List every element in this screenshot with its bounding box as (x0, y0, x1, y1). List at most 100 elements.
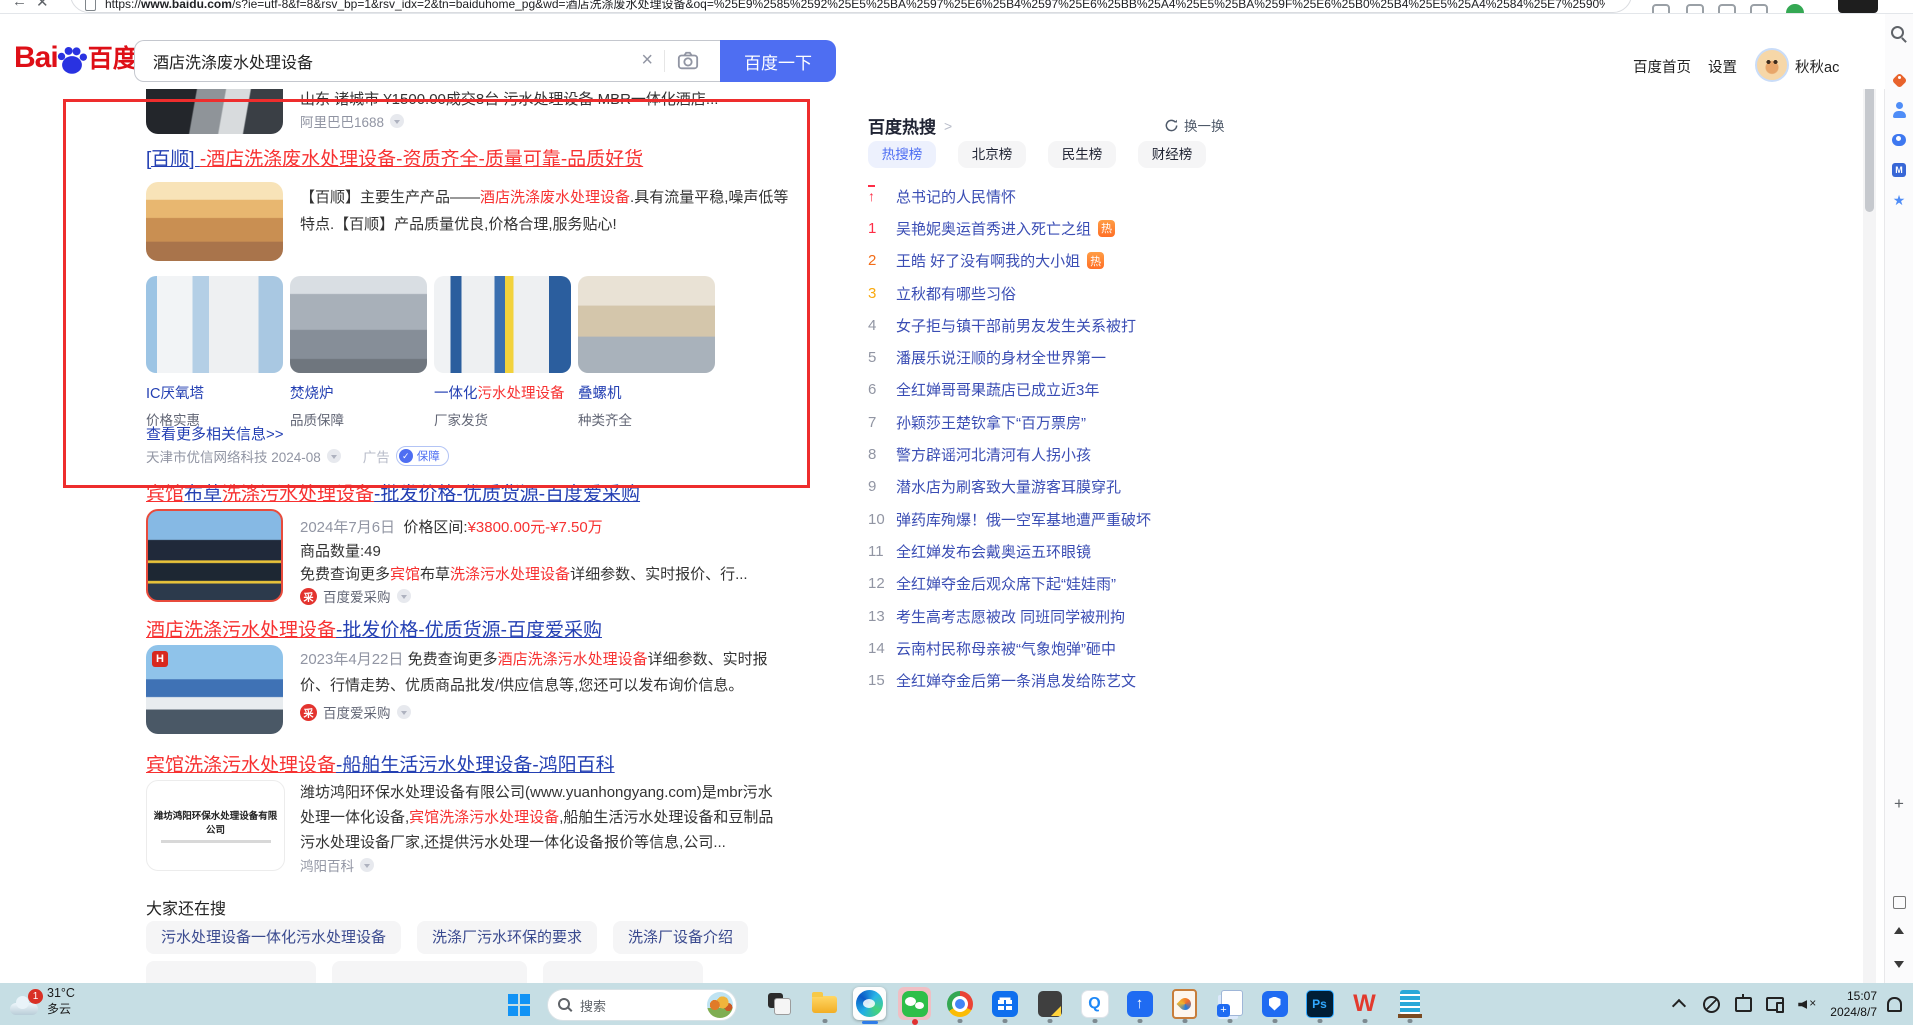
clipboard-icon[interactable] (1168, 987, 1201, 1020)
taskbar-search[interactable]: 搜索 (547, 989, 737, 1021)
sidebar-shopping-icon[interactable] (1890, 71, 1908, 89)
product-card[interactable]: IC厌氧塔 价格实惠 (146, 276, 283, 429)
hot-search-item[interactable]: 3 立秋都有哪些习俗 (868, 277, 1240, 309)
sidebar-chevron-down-icon[interactable] (1890, 955, 1908, 973)
hot-search-item[interactable]: 1 吴艳妮奥运首秀进入死亡之组 热 (868, 212, 1240, 244)
hot-search-item[interactable]: 12 全红婵夺金后观众席下起“娃娃雨” (868, 568, 1240, 600)
chevron-down-icon[interactable] (327, 449, 341, 463)
product-card[interactable]: 焚烧炉 品质保障 (290, 276, 427, 429)
hot-search-tab[interactable]: 热搜榜 (868, 141, 936, 168)
search-highlight-image[interactable] (707, 992, 733, 1018)
wps-icon[interactable] (1348, 987, 1381, 1020)
product-title[interactable]: 焚烧炉 (290, 382, 427, 403)
qq-browser-icon[interactable] (1078, 987, 1111, 1020)
edge-icon[interactable] (853, 987, 886, 1020)
tray-mute-icon[interactable] (1798, 995, 1816, 1013)
result-thumbnail[interactable] (146, 645, 283, 734)
hot-search-item[interactable]: 8 警方辟谣河北清河有人拐小孩 (868, 438, 1240, 470)
nav-settings[interactable]: 设置 (1708, 56, 1737, 77)
ad-result-title[interactable]: [百顺] -酒店洗涤废水处理设备-资质齐全-质量可靠-品质好货 (146, 144, 643, 171)
chevron-down-icon[interactable] (390, 114, 404, 128)
result-title[interactable]: 宾馆洗涤污水处理设备-船舶生活污水处理设备-鸿阳百科 (146, 750, 615, 777)
hot-search-item[interactable]: 14 云南村民称母亲被“气象炮弹”砸中 (868, 632, 1240, 664)
tray-cast-icon[interactable] (1766, 995, 1784, 1013)
related-tag[interactable]: 污水处理设备一体化污水处理设备 (146, 921, 401, 954)
hot-search-item[interactable]: 总书记的人民情怀 (868, 180, 1240, 212)
hot-search-tab[interactable]: 北京榜 (958, 141, 1026, 168)
chrome-icon[interactable] (943, 987, 976, 1020)
hot-search-header[interactable]: 百度热搜 > (868, 113, 952, 138)
store-icon[interactable] (988, 987, 1021, 1020)
uploader-icon[interactable] (1123, 987, 1156, 1020)
ad-thumbnail[interactable] (146, 182, 283, 261)
task-view-icon[interactable] (763, 987, 796, 1020)
sidebar-search-icon[interactable] (1890, 25, 1908, 43)
sidebar-plus-icon[interactable] (1890, 795, 1908, 813)
avatar[interactable] (1755, 48, 1789, 82)
sidebar-chevron-up-icon[interactable] (1890, 921, 1908, 939)
back-icon[interactable]: ← (12, 0, 27, 10)
sidebar-m365-icon[interactable] (1890, 161, 1908, 179)
hot-search-item[interactable]: 11 全红婵发布会戴奥运五环眼镜 (868, 535, 1240, 567)
hot-search-item[interactable]: 10 弹药库殉爆！俄一空军基地遭严重破坏 (868, 503, 1240, 535)
page-scrollbar[interactable] (1863, 13, 1876, 983)
result-thumbnail[interactable] (146, 89, 283, 134)
product-title[interactable]: 叠螺机 (578, 382, 715, 403)
profile-icon[interactable] (1786, 4, 1804, 14)
related-tag[interactable]: 洗涤厂设备介绍 (613, 921, 748, 954)
hot-search-item[interactable]: 2 王皓 好了没有啊我的大小姐 热 (868, 245, 1240, 277)
tray-blocked-icon[interactable] (1702, 995, 1720, 1013)
related-tag[interactable]: 洗涤厂污水环保的要求 (417, 921, 597, 954)
new-doc-icon[interactable] (1213, 987, 1246, 1020)
hot-search-tab[interactable]: 民生榜 (1048, 141, 1116, 168)
notes-icon[interactable] (1033, 987, 1066, 1020)
chevron-down-icon[interactable] (397, 705, 411, 719)
search-input[interactable] (151, 47, 615, 75)
result-thumbnail[interactable]: 潍坊鸿阳环保水处理设备有限公司 (146, 780, 285, 871)
taskbar-clock[interactable]: 15:07 2024/8/7 (1830, 988, 1877, 1020)
notification-bell-icon[interactable] (1885, 995, 1903, 1013)
result-title[interactable]: 宾馆布草洗涤污水处理设备-批发价格-优质货源-百度爱采购 (146, 479, 640, 506)
start-button[interactable] (505, 991, 531, 1017)
ledger-icon[interactable] (1393, 987, 1426, 1020)
camera-icon[interactable] (677, 50, 699, 72)
pc-manager-icon[interactable] (1258, 987, 1291, 1020)
tray-chevron-icon[interactable] (1670, 995, 1688, 1013)
product-card[interactable]: 叠螺机 种类齐全 (578, 276, 715, 429)
clear-icon[interactable]: × (641, 49, 653, 71)
wechat-icon[interactable] (898, 987, 931, 1020)
related-tag-placeholder[interactable] (332, 961, 527, 983)
toolbar-icon[interactable] (1686, 4, 1704, 14)
hot-search-item[interactable]: 15 全红婵夺金后第一条消息发给陈艺文 (868, 664, 1240, 696)
sidebar-favorites-icon[interactable] (1890, 191, 1908, 209)
hot-search-tab[interactable]: 财经榜 (1138, 141, 1206, 168)
related-tag-placeholder[interactable] (146, 961, 316, 983)
hot-search-item[interactable]: 9 潜水店为刷客致大量游客耳膜穿孔 (868, 471, 1240, 503)
stop-icon[interactable]: ✕ (36, 0, 49, 11)
chevron-down-icon[interactable] (360, 858, 374, 872)
tray-tablet-icon[interactable] (1734, 995, 1752, 1013)
url-bar[interactable]: https://www.baidu.com/s?ie=utf-8&f=8&rsv… (70, 0, 1632, 13)
more-info-link[interactable]: 查看更多相关信息>> (146, 423, 284, 444)
toolbar-icon[interactable] (1718, 4, 1736, 14)
result-title[interactable]: 酒店洗涤污水处理设备-批发价格-优质货源-百度爱采购 (146, 615, 602, 642)
guarantee-badge[interactable]: ✓保障 (396, 446, 449, 466)
hot-search-item[interactable]: 5 潘展乐说汪顺的身材全世界第一 (868, 341, 1240, 373)
taskbar-weather-widget[interactable]: 1 31°C 多云 (10, 986, 75, 1017)
toolbar-icon[interactable] (1750, 4, 1768, 14)
hot-search-item[interactable]: 4 女子拒与镇干部前男友发生关系被打 (868, 309, 1240, 341)
photoshop-icon[interactable] (1303, 987, 1336, 1020)
toolbar-icon[interactable] (1652, 4, 1670, 14)
chevron-down-icon[interactable] (397, 589, 411, 603)
file-explorer-icon[interactable] (808, 987, 841, 1020)
nav-home[interactable]: 百度首页 (1633, 56, 1691, 77)
result-snippet[interactable]: 山东 诸城市 ¥1500.00成交8台 污水处理设备 MBR一体化酒店... (300, 89, 718, 109)
search-box[interactable]: × (134, 40, 721, 82)
product-title[interactable]: IC厌氧塔 (146, 382, 283, 403)
result-thumbnail[interactable] (146, 509, 283, 602)
product-title[interactable]: 一体化污水处理设备 (434, 382, 571, 403)
hot-search-item[interactable]: 13 考生高考志愿被改 同班同学被刑拘 (868, 600, 1240, 632)
related-tag-placeholder[interactable] (543, 961, 703, 983)
search-button[interactable]: 百度一下 (720, 40, 836, 82)
refresh-control[interactable]: 换一换 (1164, 115, 1225, 135)
